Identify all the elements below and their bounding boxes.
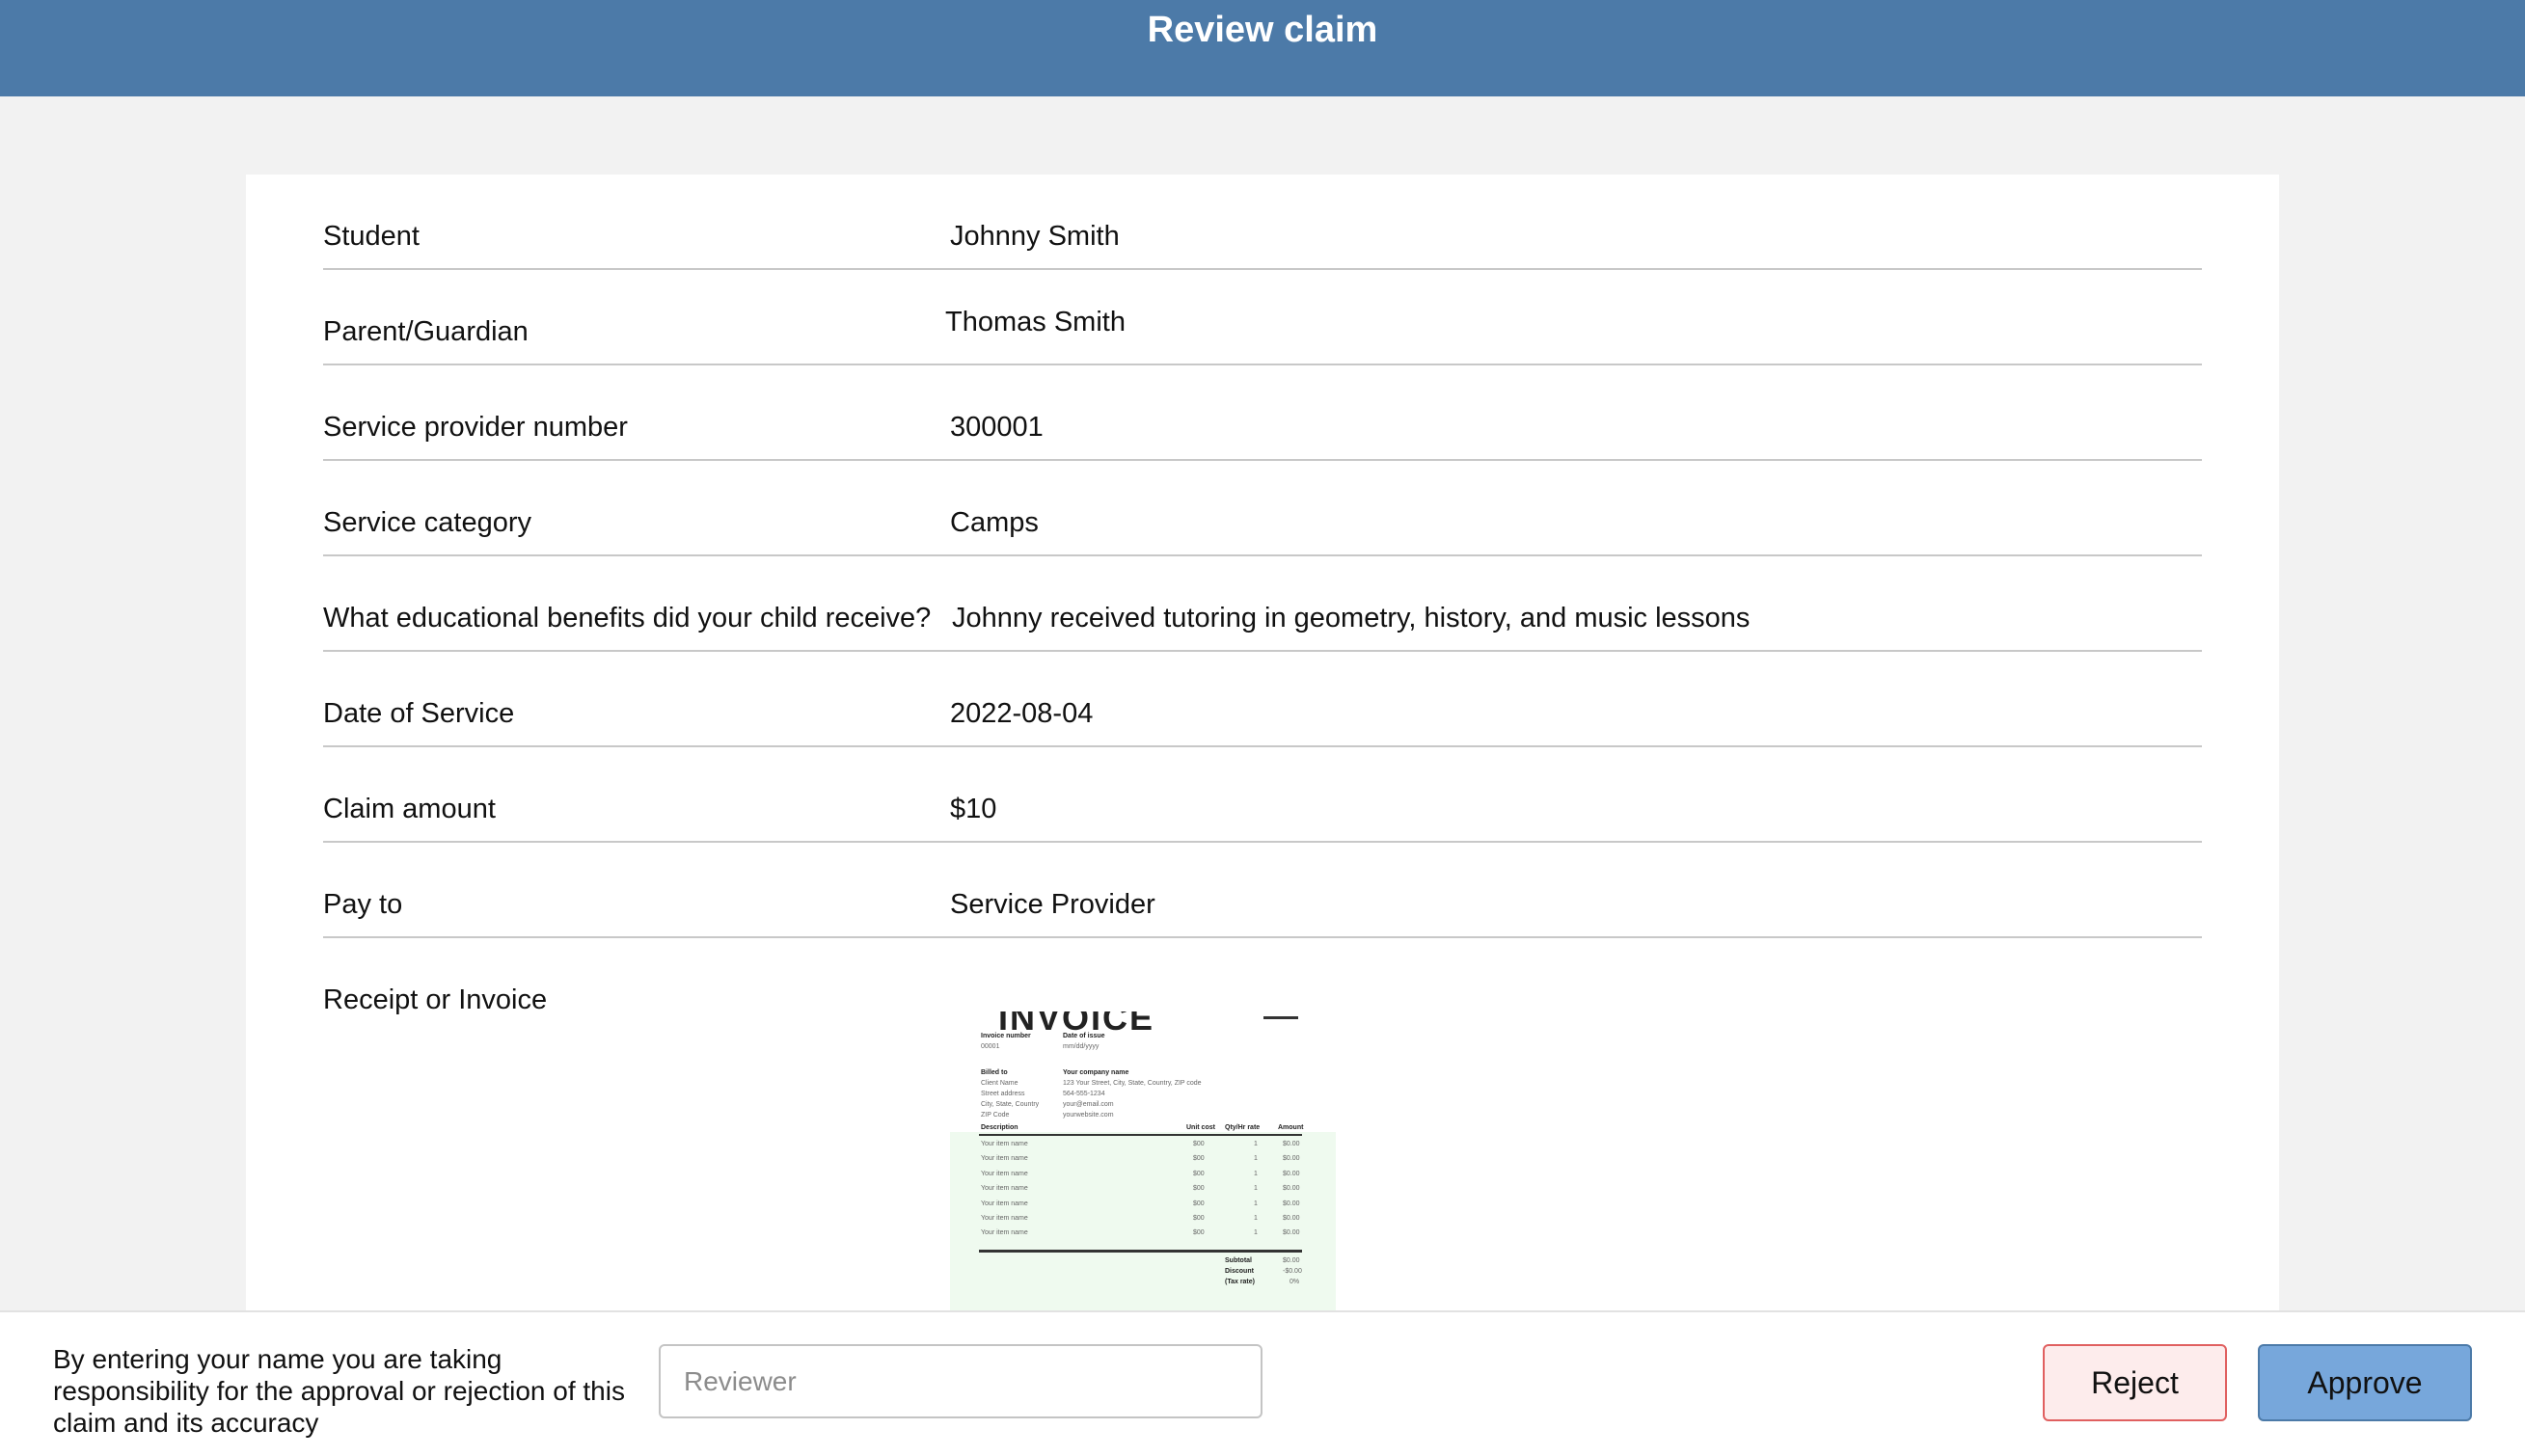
invoice-date: mm/dd/yyyy — [1063, 1043, 1100, 1050]
field-value: 2022-08-04 — [950, 698, 1094, 729]
invoice-number: 00001 — [981, 1043, 1000, 1050]
reject-button[interactable]: Reject — [2043, 1344, 2227, 1421]
column-header: Description — [981, 1124, 1018, 1131]
field-value: Camps — [950, 507, 1039, 538]
field-row-service-category: Service category Camps — [323, 461, 2202, 556]
billed-to-label: Billed to — [981, 1069, 1008, 1076]
page-header: Review claim — [0, 0, 2525, 96]
field-row-educational-benefits: What educational benefits did your child… — [323, 556, 2202, 652]
field-value: Johnny Smith — [950, 221, 1120, 252]
total-value: $0.00 — [1283, 1257, 1300, 1264]
item-description: Your item name — [981, 1155, 1028, 1162]
field-row-date-of-service: Date of Service 2022-08-04 — [323, 652, 2202, 747]
invoice-date-label: Date of issue — [1063, 1033, 1105, 1039]
field-value: 300001 — [950, 412, 1044, 443]
item-unit-cost: $00 — [1193, 1215, 1205, 1222]
billed-to-line: ZIP Code — [981, 1112, 1010, 1119]
item-qty: 1 — [1254, 1171, 1258, 1177]
field-value: Thomas Smith — [945, 307, 1126, 337]
total-label: Subtotal — [1225, 1257, 1252, 1264]
claim-details-card: Student Johnny Smith Parent/Guardian Tho… — [246, 175, 2279, 1312]
field-label: What educational benefits did your child… — [323, 603, 932, 634]
billed-to-line: Street address — [981, 1091, 1025, 1097]
total-label: (Tax rate) — [1225, 1279, 1255, 1285]
company-label: Your company name — [1063, 1069, 1129, 1076]
field-row-parent-guardian: Parent/Guardian Thomas Smith — [323, 270, 2202, 365]
responsibility-disclaimer: By entering your name you are taking res… — [53, 1344, 625, 1438]
item-amount: $0.00 — [1283, 1155, 1300, 1162]
table-header-divider — [979, 1134, 1302, 1136]
item-amount: $0.00 — [1283, 1215, 1300, 1222]
field-row-student: Student Johnny Smith — [323, 175, 2202, 270]
total-label: Discount — [1225, 1268, 1254, 1275]
item-description: Your item name — [981, 1171, 1028, 1177]
item-qty: 1 — [1254, 1229, 1258, 1236]
field-row-service-provider-number: Service provider number 300001 — [323, 365, 2202, 461]
total-value: 0% — [1290, 1279, 1300, 1285]
item-description: Your item name — [981, 1200, 1028, 1207]
item-description: Your item name — [981, 1215, 1028, 1222]
field-value: Service Provider — [950, 889, 1155, 920]
invoice-number-label: Invoice number — [981, 1033, 1031, 1039]
item-amount: $0.00 — [1283, 1141, 1300, 1147]
item-amount: $0.00 — [1283, 1171, 1300, 1177]
column-header: Amount — [1278, 1124, 1304, 1131]
field-label: Receipt or Invoice — [323, 984, 548, 1015]
item-unit-cost: $00 — [1193, 1155, 1205, 1162]
field-row-claim-amount: Claim amount $10 — [323, 747, 2202, 843]
item-unit-cost: $00 — [1193, 1185, 1205, 1192]
field-label: Service provider number — [323, 412, 628, 443]
field-label: Date of Service — [323, 698, 515, 729]
review-footer: By entering your name you are taking res… — [0, 1310, 2525, 1456]
item-qty: 1 — [1254, 1200, 1258, 1207]
item-qty: 1 — [1254, 1215, 1258, 1222]
item-description: Your item name — [981, 1229, 1028, 1236]
company-line: 564-555-1234 — [1063, 1091, 1105, 1097]
item-qty: 1 — [1254, 1155, 1258, 1162]
billed-to-line: City, State, Country — [981, 1101, 1040, 1108]
logo-icon — [1263, 1011, 1298, 1019]
item-unit-cost: $00 — [1193, 1229, 1205, 1236]
item-amount: $0.00 — [1283, 1229, 1300, 1236]
item-amount: $0.00 — [1283, 1200, 1300, 1207]
item-qty: 1 — [1254, 1185, 1258, 1192]
total-value: -$0.00 — [1283, 1268, 1302, 1275]
field-label: Claim amount — [323, 794, 496, 824]
column-header: Qty/Hr rate — [1225, 1124, 1261, 1131]
field-row-pay-to: Pay to Service Provider — [323, 843, 2202, 938]
item-unit-cost: $00 — [1193, 1200, 1205, 1207]
field-label: Parent/Guardian — [323, 316, 529, 347]
item-qty: 1 — [1254, 1141, 1258, 1147]
company-line: 123 Your Street, City, State, Country, Z… — [1063, 1080, 1202, 1087]
reviewer-input[interactable] — [659, 1344, 1262, 1418]
billed-to-line: Client Name — [981, 1080, 1018, 1087]
field-label: Student — [323, 221, 420, 252]
table-footer-divider — [979, 1250, 1302, 1253]
field-value: $10 — [950, 794, 997, 824]
company-line: yourwebsite.com — [1063, 1112, 1114, 1119]
field-label: Pay to — [323, 889, 403, 920]
item-description: Your item name — [981, 1185, 1028, 1192]
receipt-image[interactable]: INVOICE Invoice number 00001 Date of iss… — [950, 1011, 1336, 1312]
approve-button[interactable]: Approve — [2258, 1344, 2472, 1421]
item-unit-cost: $00 — [1193, 1141, 1205, 1147]
company-line: your@email.com — [1063, 1101, 1114, 1108]
item-amount: $0.00 — [1283, 1185, 1300, 1192]
field-value: Johnny received tutoring in geometry, hi… — [952, 603, 1751, 634]
page-title: Review claim — [1147, 10, 1378, 50]
column-header: Unit cost — [1186, 1124, 1215, 1131]
field-label: Service category — [323, 507, 531, 538]
item-unit-cost: $00 — [1193, 1171, 1205, 1177]
item-description: Your item name — [981, 1141, 1028, 1147]
